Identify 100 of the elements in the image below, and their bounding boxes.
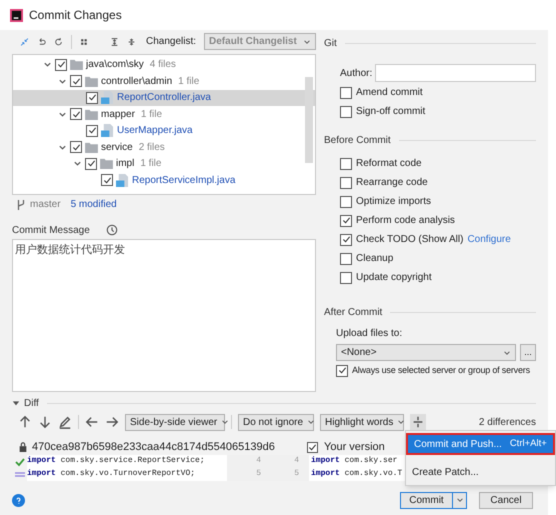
version-label: Your version <box>324 440 385 455</box>
differences-count: 2 differences <box>478 416 536 430</box>
scrollbar-thumb[interactable] <box>305 76 313 163</box>
right-arrow-icon[interactable] <box>105 415 119 429</box>
commit-message-field[interactable]: 用户数据统计代码开发 <box>12 239 316 392</box>
check-icon <box>14 456 24 466</box>
checkbox[interactable] <box>340 196 352 208</box>
upload-dropdown[interactable]: <None> <box>336 344 516 361</box>
cancel-button[interactable]: Cancel <box>479 492 533 508</box>
tree-row[interactable]: service 2 files <box>13 139 315 156</box>
menu-item[interactable]: Commit and Push... Ctrl+Alt+ <box>406 433 555 455</box>
window-title: Commit Changes <box>29 7 122 24</box>
tree-row[interactable]: UserMapper.java <box>13 122 315 140</box>
checkbox[interactable] <box>70 141 82 154</box>
checkbox[interactable] <box>340 86 352 98</box>
help-button[interactable] <box>12 494 25 506</box>
modified-link[interactable]: 5 modified <box>70 197 117 212</box>
edit-icon[interactable] <box>58 415 72 429</box>
checkbox[interactable] <box>101 174 113 186</box>
folder-icon <box>85 108 98 120</box>
folder-icon <box>85 76 98 87</box>
checkbox[interactable] <box>340 176 352 188</box>
branch-name: master <box>30 198 61 212</box>
checkbox[interactable] <box>340 106 352 118</box>
branch-icon <box>16 198 26 211</box>
tree-item-name: mapper <box>101 108 135 122</box>
file-count: 2 files <box>138 140 165 155</box>
option-label: Perform code analysis <box>356 214 455 228</box>
folder-icon <box>100 158 113 170</box>
section-title: Commit Message <box>12 224 90 238</box>
checkbox[interactable] <box>86 124 98 137</box>
author-field[interactable] <box>375 64 536 82</box>
question-mark-icon <box>15 496 22 504</box>
chevron-down-icon <box>397 418 406 426</box>
file-count: 1 file <box>178 74 200 89</box>
app-logo-icon <box>10 8 23 22</box>
checkbox[interactable] <box>336 364 348 376</box>
menu-lines-icon <box>14 470 24 480</box>
section-title: After Commit <box>324 306 382 320</box>
option-label: Amend commit <box>356 86 423 100</box>
author-label: Author: <box>340 66 372 80</box>
section-title: Git <box>324 37 337 51</box>
folder-icon <box>85 142 98 153</box>
checkbox[interactable] <box>70 75 82 88</box>
option-label: Rearrange code <box>356 176 428 190</box>
tree-item-name: UserMapper.java <box>117 124 193 138</box>
history-icon[interactable] <box>106 224 118 236</box>
tree-row[interactable]: java\com\sky 4 files <box>13 56 315 74</box>
checkbox[interactable] <box>340 214 352 226</box>
tree-item-name: java\com\sky <box>86 58 144 72</box>
tree-row[interactable]: impl 1 file <box>13 156 315 172</box>
chevron-down-icon[interactable] <box>73 159 82 168</box>
tree-item-name: impl <box>116 157 134 172</box>
checkbox[interactable] <box>340 234 352 246</box>
changelist-label: Changelist: <box>146 35 196 50</box>
option-label: Always use selected server or group of servers <box>352 364 530 377</box>
commit-button[interactable]: Commit <box>400 492 467 508</box>
option-label: Optimize imports <box>356 195 432 209</box>
tree-item-name: ReportController.java <box>117 91 211 106</box>
ignore-dropdown[interactable]: Do not ignore <box>238 414 314 430</box>
viewer-dropdown[interactable]: Side-by-side viewer <box>125 414 225 430</box>
up-arrow-icon[interactable] <box>18 415 32 429</box>
section-title: Before Commit <box>324 134 391 148</box>
tree-item-name: controller\admin <box>101 74 172 89</box>
checkbox[interactable] <box>340 272 352 284</box>
file-count: 1 file <box>140 108 162 122</box>
highlight-dropdown[interactable]: Highlight words <box>320 414 404 430</box>
checkbox[interactable] <box>340 252 352 264</box>
checkbox[interactable] <box>86 92 98 104</box>
lock-icon <box>18 442 28 452</box>
chevron-down-icon[interactable] <box>43 60 52 70</box>
java-file-icon <box>101 91 114 104</box>
java-file-icon <box>101 124 114 138</box>
left-arrow-icon[interactable] <box>85 415 99 429</box>
section-title: Diff <box>24 396 39 410</box>
checkbox[interactable] <box>55 58 67 71</box>
chevron-down-icon <box>503 348 511 356</box>
chevron-down-icon[interactable] <box>456 496 464 504</box>
tree-item-name: service <box>101 140 133 155</box>
upload-label: Upload files to: <box>336 327 404 341</box>
option-label: Cleanup <box>356 252 394 266</box>
checkbox[interactable] <box>70 108 82 120</box>
tree-item-name: ReportServiceImpl.java <box>132 174 236 188</box>
option-label: Sign-off commit <box>356 105 426 119</box>
tree-row[interactable]: ReportServiceImpl.java <box>13 172 315 189</box>
browse-button[interactable]: ... <box>520 344 536 361</box>
tree-row[interactable]: mapper 1 file <box>13 106 315 123</box>
file-count: 1 file <box>140 157 162 172</box>
checkbox[interactable] <box>340 158 352 170</box>
tree-row[interactable]: controller\admin 1 file <box>13 73 315 90</box>
collapse-toggle-icon[interactable] <box>12 399 20 407</box>
checkbox[interactable] <box>85 158 97 170</box>
option-label: Update copyright <box>356 271 432 285</box>
file-count: 4 files <box>150 58 176 72</box>
configure-link[interactable]: Configure <box>467 232 511 247</box>
down-arrow-icon[interactable] <box>38 415 52 429</box>
checkbox[interactable] <box>307 442 318 452</box>
folder-icon <box>70 59 83 70</box>
option-label: Check TODO (Show All) <box>356 233 464 247</box>
tree-row[interactable]: ReportController.java <box>13 90 315 106</box>
